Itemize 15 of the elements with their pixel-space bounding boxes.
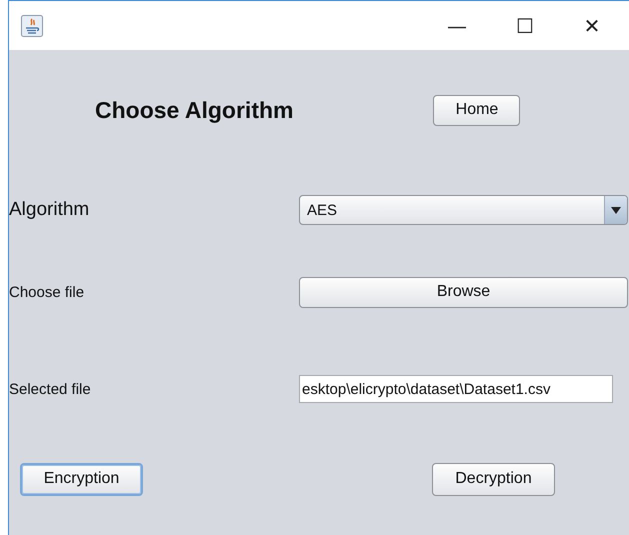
app-icon xyxy=(21,14,43,36)
algorithm-dropdown[interactable]: AES xyxy=(299,195,628,225)
decryption-button[interactable]: Decryption xyxy=(432,462,555,496)
selected-file-label: Selected file xyxy=(9,380,92,398)
minimize-button[interactable]: — xyxy=(423,6,491,46)
browse-button[interactable]: Browse xyxy=(299,276,628,308)
choose-file-label: Choose file xyxy=(9,284,86,300)
heading: Choose Algorithm xyxy=(95,96,294,124)
encryption-button[interactable]: Encryption xyxy=(20,462,143,496)
algorithm-label: Algorithm xyxy=(9,199,90,221)
home-button[interactable]: Home xyxy=(433,94,520,126)
selected-file-field[interactable]: esktop\elicrypto\dataset\Dataset1.csv xyxy=(299,375,613,403)
close-button[interactable]: ✕ xyxy=(559,6,625,46)
dropdown-arrow-icon xyxy=(611,206,621,214)
maximize-button[interactable]: ☐ xyxy=(491,6,559,46)
